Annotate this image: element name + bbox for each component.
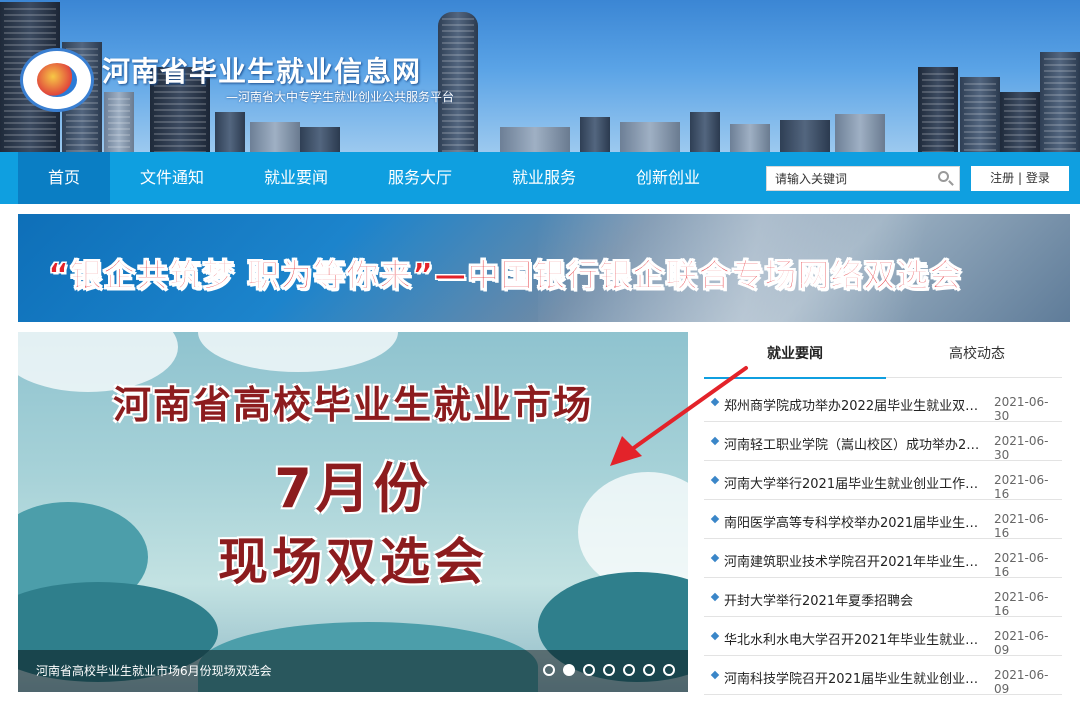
login-link[interactable]: 登录 [1026,171,1050,185]
building [918,67,958,152]
tab-university-news[interactable]: 高校动态 [886,332,1068,377]
banner-text: “银企共筑梦 职为等你来”—中国银行银企联合专场网络双选会 [47,256,963,295]
news-date: 2021-06-16 [994,551,1049,579]
carousel[interactable]: 河南省高校毕业生就业市场 7月份 现场双选会 河南省高校毕业生就业市场6月份现场… [18,332,688,692]
nav-item-service-hall[interactable]: 服务大厅 [374,152,466,204]
building [780,120,830,152]
building [620,122,680,152]
news-item[interactable]: 开封大学举行2021年夏季招聘会 2021-06-16 [704,579,1062,618]
nav-item-innovation[interactable]: 创新创业 [622,152,714,204]
nav-item-employment-news[interactable]: 就业要闻 [250,152,342,204]
news-title[interactable]: 华北水利水电大学召开2021年毕业生就业工作会 [724,629,982,648]
carousel-dot[interactable] [583,664,595,676]
news-tabs: 就业要闻 高校动态 [704,332,1062,379]
news-item[interactable]: 郑州商学院成功举办2022届毕业生就业双选会 2021-06-30 [704,384,1062,423]
bullet-icon [710,475,720,485]
building [1040,52,1080,152]
auth-separator: | [1017,171,1023,185]
register-link[interactable]: 注册 [990,171,1014,185]
building [250,122,300,152]
news-item[interactable]: 河南轻工职业学院（嵩山校区）成功举办2021届毕业生双选会 2021-06-30 [704,423,1062,462]
news-item[interactable]: 河南科技学院召开2021届毕业生就业创业工作会 2021-06-09 [704,657,1062,696]
tower [438,12,478,152]
carousel-subheading: 现场双选会 [218,533,488,591]
building [730,124,770,152]
news-title[interactable]: 河南大学举行2021届毕业生就业创业工作推进会 [724,473,982,492]
nav-item-employment-service[interactable]: 就业服务 [498,152,590,204]
bullet-icon [710,631,720,641]
carousel-caption[interactable]: 河南省高校毕业生就业市场6月份现场双选会 [36,662,272,679]
carousel-dot[interactable] [663,664,675,676]
news-date: 2021-06-16 [994,590,1049,618]
carousel-caption-bar: 河南省高校毕业生就业市场6月份现场双选会 [18,650,688,692]
bullet-icon [710,514,720,524]
bullet-icon [710,553,720,563]
bullet-icon [710,592,720,602]
news-title[interactable]: 河南轻工职业学院（嵩山校区）成功举办2021届毕业生双选会 [724,434,982,453]
building [500,127,570,152]
news-date: 2021-06-16 [994,512,1049,540]
carousel-dot[interactable] [643,664,655,676]
building [580,117,610,152]
building [690,112,720,152]
news-title[interactable]: 开封大学举行2021年夏季招聘会 [724,590,982,609]
news-date: 2021-06-30 [994,434,1049,462]
news-date: 2021-06-09 [994,629,1049,657]
news-item[interactable]: 南阳医学高等专科学校举办2021届毕业生双选会 2021-06-16 [704,501,1062,540]
nav-item-home[interactable]: 首页 [18,152,110,204]
carousel-month: 7月份 [274,457,432,520]
carousel-dot[interactable] [543,664,555,676]
site-subtitle: —河南省大中专学生就业创业公共服务平台 [226,90,455,104]
bullet-icon [710,397,720,407]
nav-item-notices[interactable]: 文件通知 [126,152,218,204]
news-title[interactable]: 河南科技学院召开2021届毕业生就业创业工作会 [724,668,982,687]
search-box [766,166,960,191]
news-title[interactable]: 河南建筑职业技术学院召开2021年毕业生就业工作会 [724,551,982,570]
news-date: 2021-06-09 [994,668,1049,696]
carousel-dot[interactable] [603,664,615,676]
carousel-dot-active[interactable] [563,664,575,676]
search-input[interactable] [775,169,935,188]
cloud-decoration [198,332,398,372]
tab-employment-news[interactable]: 就业要闻 [704,332,886,379]
building [1000,92,1040,152]
bullet-icon [710,670,720,680]
news-item[interactable]: 河南建筑职业技术学院召开2021年毕业生就业工作会 2021-06-16 [704,540,1062,579]
news-date: 2021-06-30 [994,395,1049,423]
site-title[interactable]: 河南省毕业生就业信息网 [102,50,421,90]
building [215,112,245,152]
news-item[interactable]: 河南大学举行2021届毕业生就业创业工作推进会 2021-06-16 [704,462,1062,501]
news-date: 2021-06-16 [994,473,1049,501]
carousel-heading: 河南省高校毕业生就业市场 [112,383,593,427]
building [835,114,885,152]
auth-links: 注册 | 登录 [971,166,1069,191]
header-skyline: 河南省毕业生就业信息网 —河南省大中专学生就业创业公共服务平台 [0,0,1080,152]
search-icon[interactable] [938,171,949,182]
promo-banner[interactable]: “银企共筑梦 职为等你来”—中国银行银企联合专场网络双选会 [18,214,1070,322]
building [960,77,1000,152]
site-logo[interactable] [20,48,94,112]
building [104,92,134,152]
building [300,127,340,152]
news-item[interactable]: 华北水利水电大学召开2021年毕业生就业工作会 2021-06-09 [704,618,1062,657]
news-title[interactable]: 南阳医学高等专科学校举办2021届毕业生双选会 [724,512,982,531]
carousel-dot[interactable] [623,664,635,676]
news-title[interactable]: 郑州商学院成功举办2022届毕业生就业双选会 [724,395,982,414]
bullet-icon [710,436,720,446]
